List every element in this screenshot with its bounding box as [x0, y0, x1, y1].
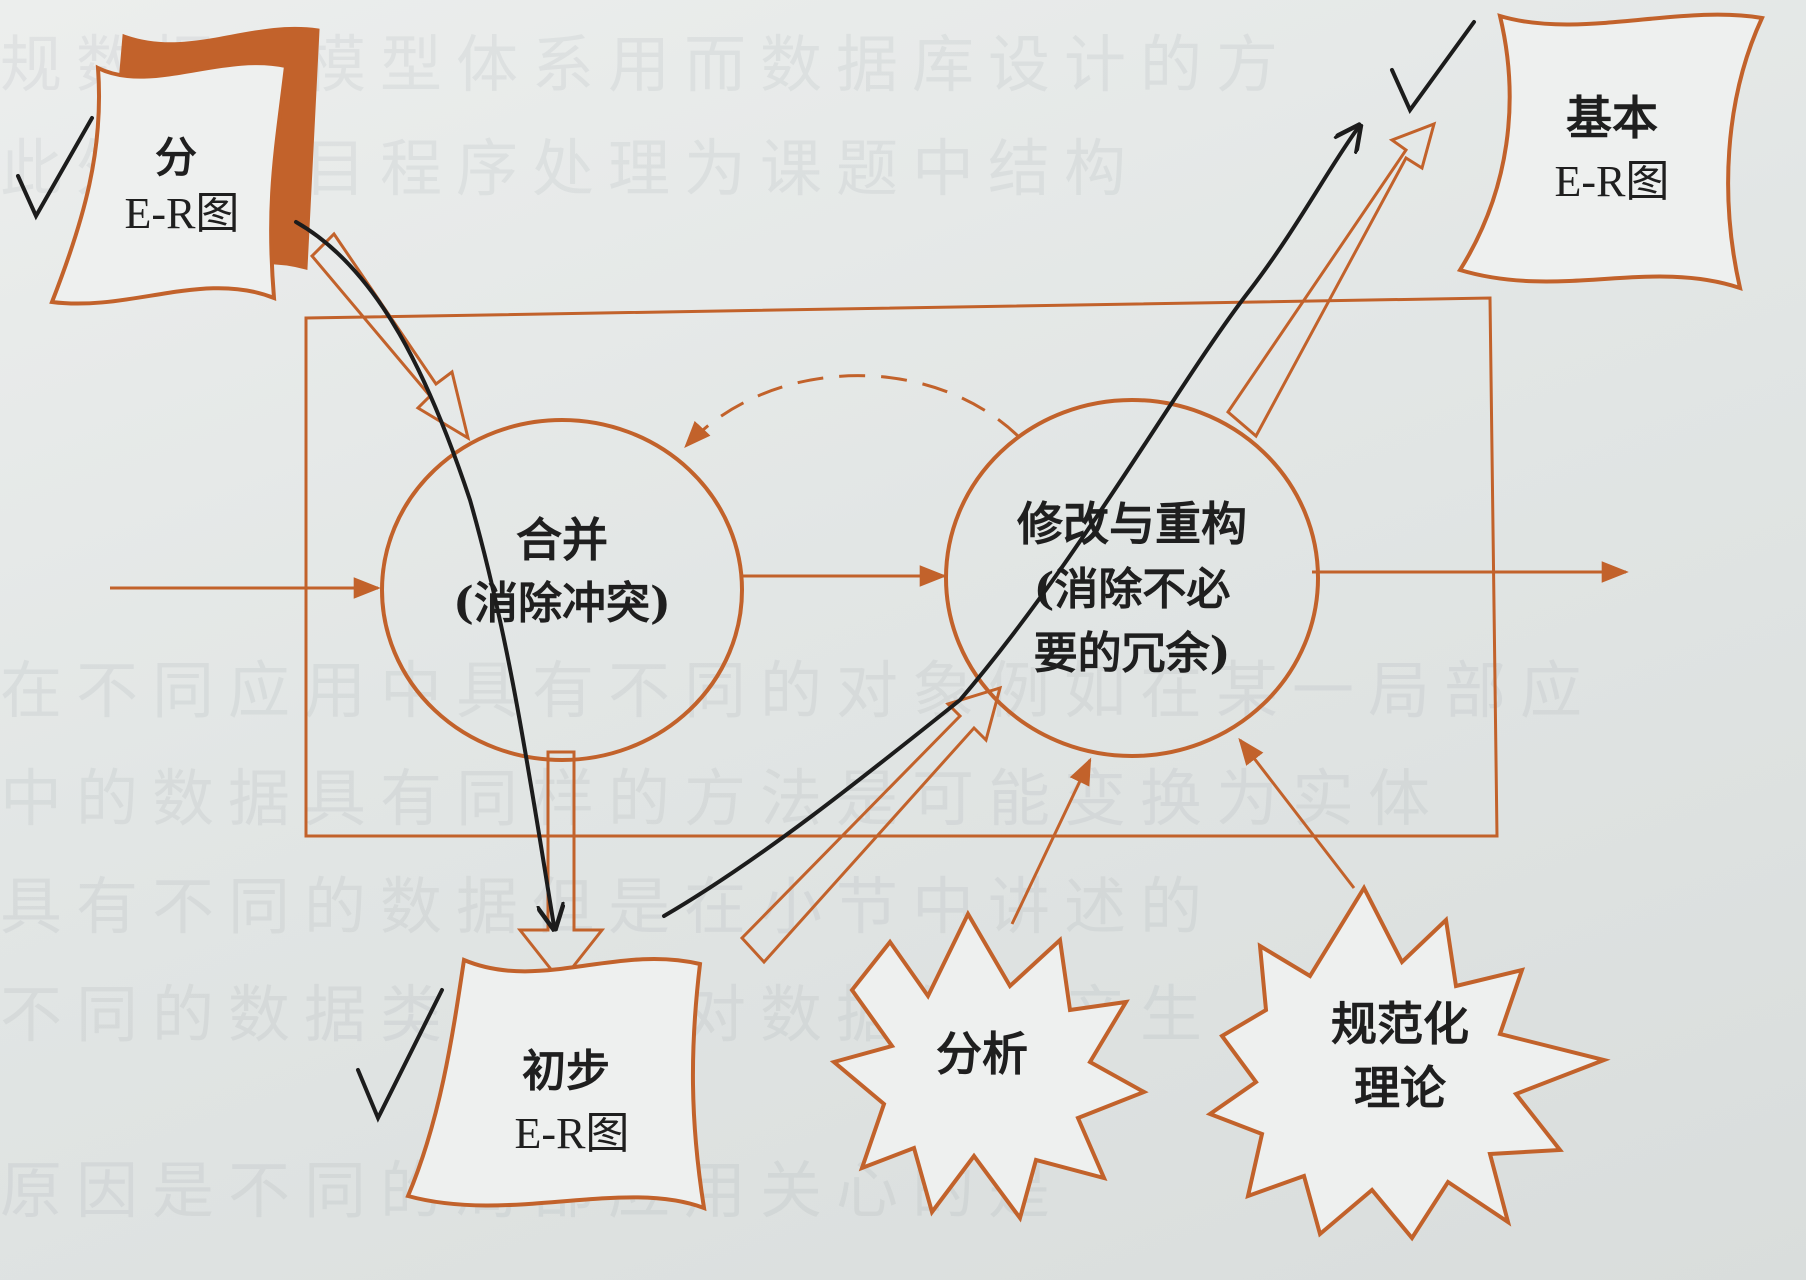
checkmark-icon	[16, 116, 94, 221]
analysis-arrow	[1010, 757, 1092, 925]
normalization-label: 规范化	[1331, 997, 1469, 1051]
normalization-sublabel: 理论	[1354, 1061, 1447, 1115]
checkmark-icon	[356, 988, 444, 1123]
basic-er-label: 基本	[1566, 91, 1658, 145]
pen-arrow-up	[662, 128, 1358, 918]
merge-process-node: 合并 (消除冲突)	[380, 418, 744, 762]
refactor-label: 修改与重构	[1017, 497, 1247, 551]
basic-er-document: 基本 E-R图	[1456, 12, 1765, 292]
merge-sublabel: (消除冲突)	[453, 578, 671, 629]
normalization-arrow	[1238, 737, 1356, 889]
textbook-page-photo: 规数据的模型体系用而数据库设计的方 此外为项目程序处理为课题中结构 在不同应用中…	[0, 0, 1806, 1280]
initial-er-sublabel: E-R图	[515, 1109, 630, 1158]
hollow-arrow-initialER-to-refactor	[739, 685, 1003, 965]
refactor-sublabel-2: 要的冗余)	[1034, 628, 1231, 679]
initial-er-label: 初步	[522, 1046, 610, 1097]
normalization-starburst: 规范化 理论	[1205, 883, 1611, 1242]
merge-label: 合并	[516, 513, 608, 567]
refactor-process-node: 修改与重构 (消除不必 要的冗余)	[944, 398, 1320, 758]
basic-er-sublabel: E-R图	[1555, 157, 1670, 206]
hollow-arrow-subER-to-merge	[309, 231, 471, 442]
analysis-starburst: 分析	[829, 909, 1149, 1223]
er-design-flow-diagram: 合并 (消除冲突) 修改与重构 (消除不必 要的冗余) 分 E-R图 初步 E-…	[16, 12, 1765, 1242]
checkmark-icon	[1390, 20, 1476, 114]
pen-arrow-down	[294, 220, 554, 926]
initial-er-document: 初步 E-R图	[405, 956, 707, 1212]
sub-er-sublabel: E-R图	[125, 189, 240, 238]
feedback-dashed-arrow	[684, 374, 1020, 448]
sub-er-label: 分	[155, 133, 197, 182]
analysis-label: 分析	[936, 1027, 1028, 1081]
refactor-sublabel-1: (消除不必	[1034, 564, 1231, 615]
sub-er-document: 分 E-R图	[49, 26, 320, 306]
